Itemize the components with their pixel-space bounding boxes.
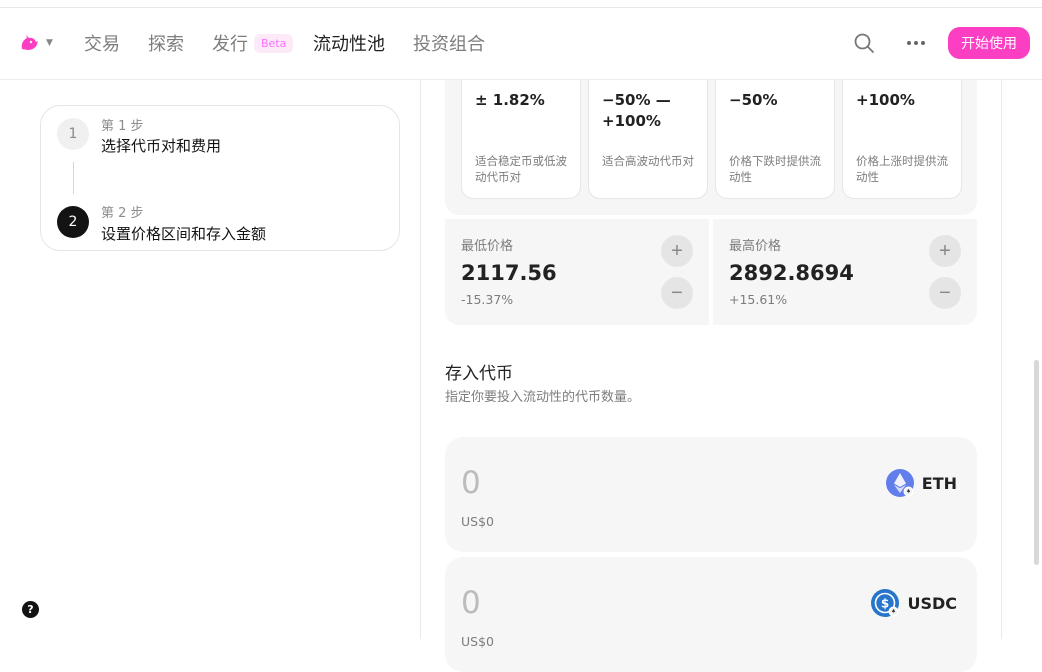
search-icon[interactable] — [853, 32, 875, 54]
step-1-number[interactable]: 1 — [57, 118, 89, 150]
min-price-decrease-button[interactable]: − — [661, 277, 693, 309]
start-button[interactable]: 开始使用 — [948, 27, 1030, 59]
max-price-decrease-button[interactable]: − — [929, 277, 961, 309]
preset-value: ± 1.82% — [475, 91, 545, 109]
chevron-down-icon: ▼ — [46, 38, 53, 48]
preset-desc: 价格上涨时提供流动性 — [856, 154, 948, 184]
preset-desc: 适合稳定币或低波动代币对 — [475, 154, 567, 184]
nav-portfolio[interactable]: 投资组合 — [413, 30, 485, 56]
step-2-title: 设置价格区间和存入金额 — [101, 225, 267, 243]
min-price-box: 最低价格 2117.56 -15.37% + − — [445, 219, 709, 325]
max-price-box: 最高价格 2892.8694 +15.61% + − — [713, 219, 977, 325]
max-price-value[interactable]: 2892.8694 — [729, 261, 854, 285]
max-price-increase-button[interactable]: + — [929, 235, 961, 267]
min-price-label: 最低价格 — [461, 239, 514, 254]
usdc-token-badge: $ USDC — [871, 589, 957, 617]
preset-wide[interactable]: −50% — +100% 适合高波动代币对 — [588, 80, 708, 199]
step-1-sub: 第 1 步 — [101, 119, 144, 134]
svg-text:$: $ — [881, 597, 889, 611]
deposit-title: 存入代币 — [445, 364, 513, 384]
window-top-strip — [0, 0, 1042, 8]
min-price-pct: -15.37% — [461, 292, 514, 307]
eth-deposit-card: 0 US$0 ETH — [445, 437, 977, 552]
step-2-number: 2 — [57, 206, 89, 238]
more-horizontal-icon[interactable] — [905, 34, 929, 52]
plus-icon: + — [671, 239, 683, 262]
preset-one-sided-lower[interactable]: −50% 价格下跌时提供流动性 — [715, 80, 835, 199]
plus-icon: + — [939, 239, 951, 262]
step-connector — [73, 162, 74, 194]
usdc-symbol: USDC — [907, 593, 957, 613]
unicorn-logo-icon — [21, 35, 38, 50]
content-border — [1001, 80, 1002, 639]
preset-value: −50% — [729, 91, 778, 109]
max-price-pct: +15.61% — [729, 292, 788, 307]
preset-one-sided-upper[interactable]: +100% 价格上涨时提供流动性 — [842, 80, 962, 199]
min-price-increase-button[interactable]: + — [661, 235, 693, 267]
step-1-title[interactable]: 选择代币对和费用 — [101, 135, 221, 156]
max-price-label: 最高价格 — [729, 239, 782, 254]
top-nav: ▼ 交易 探索 发行 Beta 流动性池 投资组合 开始使用 — [0, 8, 1042, 80]
step-2-sub: 第 2 步 — [101, 206, 144, 221]
scrollbar[interactable] — [1034, 360, 1039, 565]
preset-desc: 适合高波动代币对 — [602, 154, 694, 168]
uniswap-logo-menu[interactable]: ▼ — [18, 32, 58, 54]
preset-desc: 价格下跌时提供流动性 — [729, 154, 821, 184]
help-icon[interactable]: ? — [22, 601, 39, 618]
nav-pools[interactable]: 流动性池 — [313, 30, 385, 56]
usdc-usd-value: US$0 — [461, 634, 494, 649]
preset-value: +100% — [856, 91, 915, 109]
eth-usd-value: US$0 — [461, 514, 494, 529]
nav-launch[interactable]: 发行 — [212, 30, 248, 56]
minus-icon: − — [671, 281, 683, 304]
eth-amount-input[interactable]: 0 — [461, 465, 481, 501]
eth-token-badge: ETH — [885, 469, 957, 497]
beta-badge: Beta — [254, 34, 294, 53]
nav-explore[interactable]: 探索 — [148, 30, 184, 56]
usdc-deposit-card: 0 US$0 $ USDC — [445, 557, 977, 672]
eth-icon — [885, 469, 914, 497]
eth-symbol: ETH — [921, 473, 957, 493]
preset-stable[interactable]: ± 1.82% 适合稳定币或低波动代币对 — [461, 80, 581, 199]
deposit-subtitle: 指定你要投入流动性的代币数量。 — [445, 390, 641, 405]
minus-icon: − — [939, 281, 951, 304]
preset-value: −50% — +100% — [602, 91, 671, 130]
min-price-value[interactable]: 2117.56 — [461, 261, 557, 285]
column-divider — [420, 80, 421, 639]
steps-panel: 1 第 1 步 选择代币对和费用 2 第 2 步 设置价格区间和存入金额 — [40, 105, 400, 251]
usdc-icon: $ — [871, 589, 900, 617]
usdc-amount-input[interactable]: 0 — [461, 585, 481, 621]
nav-trade[interactable]: 交易 — [84, 30, 120, 56]
